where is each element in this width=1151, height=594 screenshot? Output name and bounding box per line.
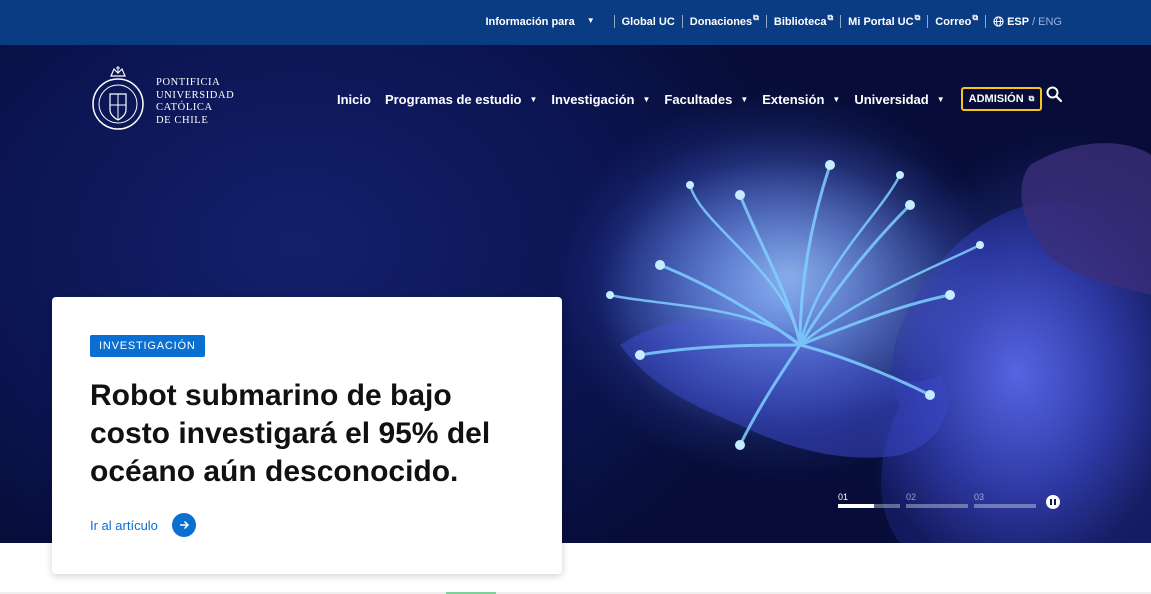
- info-for-dropdown[interactable]: Información para ▼: [485, 16, 606, 28]
- lang-eng[interactable]: ENG: [1038, 16, 1062, 28]
- slide-indicator-3[interactable]: 03: [974, 492, 1036, 508]
- slide-progress-fill: [838, 504, 874, 508]
- link-label: Mi Portal UC: [848, 15, 914, 28]
- category-badge[interactable]: INVESTIGACIÓN: [90, 335, 205, 357]
- slide-number: 03: [974, 492, 985, 502]
- divider: [765, 15, 767, 28]
- hero-slider-indicators: 01 02 03: [838, 492, 1042, 508]
- read-article-link[interactable]: Ir al artículo: [90, 513, 196, 537]
- divider: [985, 15, 987, 28]
- link-biblioteca[interactable]: Biblioteca ⧉: [773, 12, 834, 28]
- pause-icon-bar: [1054, 499, 1056, 505]
- nav-inicio[interactable]: Inicio: [337, 92, 371, 107]
- utility-links: Información para ▼ Global UC Donaciones …: [485, 12, 1062, 28]
- external-link-icon: ⧉: [827, 12, 834, 22]
- top-utility-bar: Información para ▼ Global UC Donaciones …: [0, 0, 1151, 45]
- divider: [927, 15, 929, 28]
- nav-facultades[interactable]: Facultades ▼: [664, 92, 748, 107]
- caret-down-icon: ▼: [832, 94, 841, 104]
- search-icon[interactable]: [1046, 86, 1062, 102]
- arrow-right-icon: [171, 513, 196, 537]
- nav-label: Extensión: [762, 91, 825, 107]
- external-link-icon: ⧉: [914, 12, 921, 22]
- link-correo[interactable]: Correo ⧉: [935, 12, 979, 28]
- external-link-icon: ⧉: [753, 12, 759, 22]
- read-article-label: Ir al artículo: [90, 517, 158, 533]
- caret-down-icon: ▼: [529, 94, 538, 104]
- link-mi-portal-uc[interactable]: Mi Portal UC ⧉: [848, 12, 921, 28]
- caret-down-icon: ▼: [936, 94, 945, 104]
- divider: [681, 15, 683, 28]
- globe-icon: [993, 16, 1004, 27]
- lang-esp[interactable]: ESP: [1007, 16, 1029, 28]
- nav-label: Inicio: [337, 91, 371, 107]
- slide-progress-track: [838, 504, 900, 508]
- main-navigation: Inicio Programas de estudio ▼ Investigac…: [337, 87, 1043, 111]
- slide-progress-track: [906, 504, 968, 508]
- admission-button[interactable]: ADMISIÓN ⧉: [960, 87, 1043, 111]
- divider: [840, 15, 842, 28]
- caret-down-icon: ▼: [740, 94, 749, 104]
- pause-button[interactable]: [1046, 495, 1060, 509]
- logo-line: DE CHILE: [156, 114, 209, 126]
- link-donaciones[interactable]: Donaciones ⧉: [689, 12, 759, 28]
- external-link-icon: ⧉: [1028, 94, 1035, 103]
- admission-label: ADMISIÓN: [968, 93, 1024, 105]
- caret-down-icon: ▼: [586, 16, 595, 25]
- info-for-label: Información para: [485, 15, 575, 28]
- nav-extension[interactable]: Extensión ▼: [762, 92, 840, 107]
- divider: [613, 15, 615, 28]
- nav-label: Investigación: [551, 91, 635, 107]
- nav-universidad[interactable]: Universidad ▼: [854, 92, 944, 107]
- link-label: Donaciones: [689, 15, 753, 28]
- nav-label: Universidad: [854, 91, 929, 107]
- nav-programas[interactable]: Programas de estudio ▼: [385, 92, 537, 107]
- lang-separator: /: [1032, 15, 1036, 28]
- logo-line: CATÓLICA: [156, 102, 213, 113]
- slide-indicator-2[interactable]: 02: [906, 492, 968, 508]
- university-name: PONTIFICIA UNIVERSIDAD CATÓLICA DE CHILE: [156, 77, 234, 127]
- slide-indicator-1[interactable]: 01: [838, 492, 900, 508]
- pause-icon-bar: [1050, 499, 1052, 505]
- slide-number: 01: [838, 492, 849, 502]
- slide-number: 02: [906, 492, 917, 502]
- link-label: Global UC: [621, 15, 675, 28]
- caret-down-icon: ▼: [642, 94, 651, 104]
- external-link-icon: ⧉: [972, 12, 979, 22]
- link-label: Correo: [935, 15, 972, 28]
- university-logo[interactable]: PONTIFICIA UNIVERSIDAD CATÓLICA DE CHILE: [90, 60, 234, 144]
- language-switcher: ESP / ENG: [993, 16, 1062, 28]
- logo-line: PONTIFICIA: [156, 77, 221, 88]
- slide-progress-track: [974, 504, 1036, 508]
- featured-article-card: INVESTIGACIÓN Robot submarino de bajo co…: [52, 297, 562, 574]
- university-crest-icon: [92, 66, 144, 130]
- logo-line: UNIVERSIDAD: [156, 89, 235, 101]
- article-headline: Robot submarino de bajo costo investigar…: [90, 379, 491, 488]
- nav-label: Programas de estudio: [384, 91, 522, 107]
- link-global-uc[interactable]: Global UC: [622, 16, 675, 28]
- nav-investigacion[interactable]: Investigación ▼: [551, 92, 650, 107]
- nav-label: Facultades: [664, 91, 733, 107]
- link-label: Biblioteca: [773, 15, 827, 28]
